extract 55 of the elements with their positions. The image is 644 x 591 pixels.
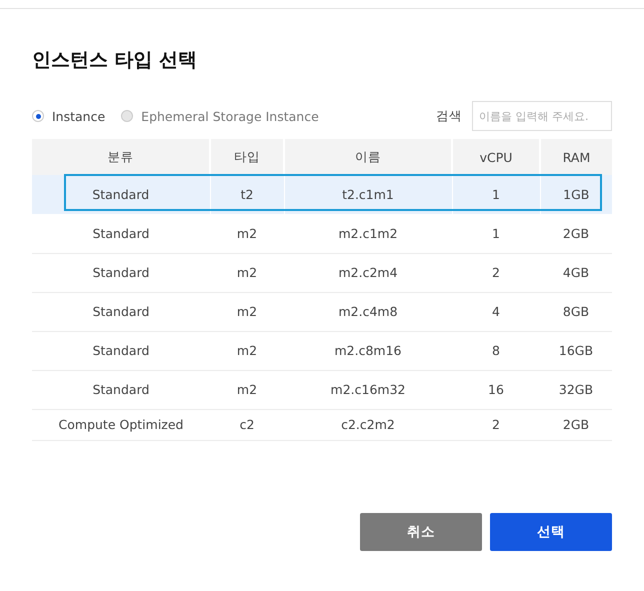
table-cell: 8: [492, 343, 500, 358]
table-cell: m2: [236, 382, 258, 397]
table-row[interactable]: Standard m2 m2.c16m32 16 32GB: [32, 370, 612, 409]
table-cell: 16: [488, 382, 504, 397]
table-cell: m2.c8m16: [334, 343, 402, 358]
table-cell: m2.c16m32: [330, 382, 406, 397]
table-row[interactable]: Standard m2 m2.c4m8 4 8GB: [32, 292, 612, 331]
table-row[interactable]: Standard m2 m2.c2m4 2 4GB: [32, 253, 612, 292]
select-button[interactable]: 선택: [490, 512, 612, 550]
table-cell: 32GB: [558, 382, 594, 397]
dialog-title: 인스턴스 타입 선택: [32, 48, 198, 73]
table-row[interactable]: Standard m2 m2.c1m2 1 2GB: [32, 214, 612, 253]
table-cell: t2: [240, 187, 254, 202]
table-cell: Standard: [92, 382, 150, 397]
table-cell: 1: [492, 226, 500, 241]
column-header: vCPU: [452, 139, 540, 175]
table-cell: m2: [236, 226, 258, 241]
table-cell: 2GB: [562, 417, 590, 432]
column-header: RAM: [540, 139, 612, 175]
table-cell: 4: [492, 304, 500, 319]
table-cell: Standard: [92, 187, 150, 202]
table-cell: m2: [236, 304, 258, 319]
radio-label[interactable]: Ephemeral Storage Instance: [141, 108, 319, 124]
table-cell: 2: [492, 265, 500, 280]
table-cell: m2: [236, 265, 258, 280]
table-cell: m2: [236, 343, 258, 358]
table-cell: Standard: [92, 265, 150, 280]
table-cell: 4GB: [562, 265, 590, 280]
table-row[interactable]: Standard m2 m2.c8m16 8 16GB: [32, 331, 612, 370]
cancel-button[interactable]: 취소: [360, 512, 482, 550]
table-cell: m2.c1m2: [338, 226, 398, 241]
table-cell: 2GB: [562, 226, 590, 241]
table-cell: m2.c4m8: [338, 304, 398, 319]
radio-button[interactable]: [32, 110, 44, 122]
column-header: 타입: [210, 139, 284, 175]
table-cell: c2: [240, 417, 254, 432]
column-header: 이름: [284, 139, 452, 175]
table-cell: 2: [492, 417, 500, 432]
table-cell: Standard: [92, 226, 150, 241]
table-cell: Standard: [92, 304, 150, 319]
table-cell: m2.c2m4: [338, 265, 398, 280]
table-cell: c2.c2m2: [341, 417, 395, 432]
table-cell: 1GB: [563, 187, 590, 202]
radio-label[interactable]: Instance: [52, 108, 106, 124]
table-cell: 8GB: [562, 304, 590, 319]
column-header: 분류: [32, 139, 210, 175]
table-cell: 16GB: [558, 343, 594, 358]
table-cell: 1: [492, 187, 500, 202]
table-cell: Compute Optimized: [58, 417, 184, 432]
table-cell: t2.c1m1: [342, 187, 394, 202]
search-label: 검색: [436, 108, 462, 124]
table-cell: Standard: [92, 343, 150, 358]
radio-button[interactable]: [121, 110, 134, 122]
table-row[interactable]: Compute Optimized c2 c2.c2m2 2 2GB: [32, 409, 612, 440]
search-field[interactable]: 이름을 입력해 주세요.: [472, 101, 612, 131]
